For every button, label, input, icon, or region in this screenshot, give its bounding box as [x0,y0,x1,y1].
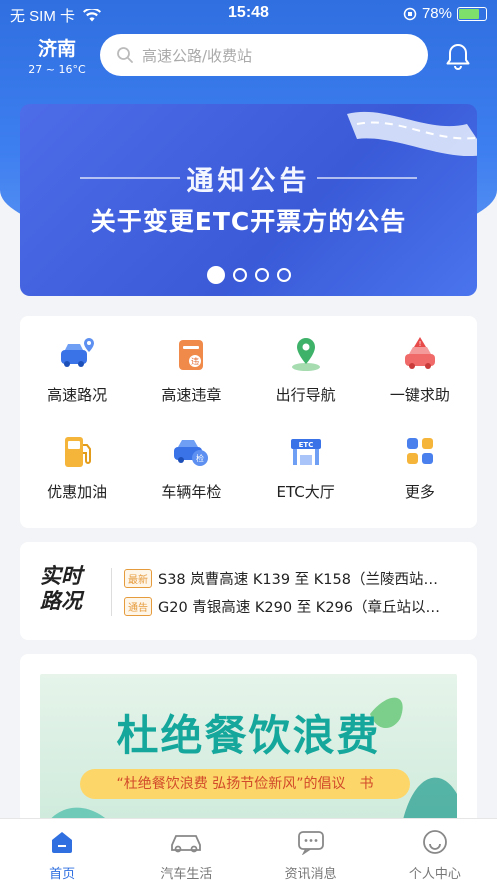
service-item[interactable]: 高速路况 [20,334,134,429]
home-icon [49,827,75,857]
battery-fill [459,8,480,19]
news-tag: 通告 [124,597,152,616]
service-item[interactable]: 出行导航 [249,334,363,429]
service-label: 高速违章 [161,386,222,404]
promo-title: 杜绝餐饮浪费 [116,711,381,760]
notification-bell-icon[interactable] [445,42,471,74]
tab-message[interactable]: 资讯消息 [249,819,373,883]
smiley-user-icon [421,827,449,857]
service-item[interactable]: ! 一键求助 [363,334,477,429]
tab-label: 首页 [49,867,76,882]
tab-label: 汽车生活 [160,867,213,882]
service-item[interactable]: 违高速违章 [134,334,248,429]
battery-icon [457,6,487,21]
news-tag: 最新 [124,569,152,588]
traffic-news-item[interactable]: 通告 G20 青银高速 K290 至 K296（章丘站以… [124,596,464,617]
svg-text:检: 检 [196,453,204,463]
battery-percent: 78% [421,5,452,22]
service-label: 优惠加油 [47,483,108,501]
banner-title: 通知公告 [186,166,311,197]
svg-text:!: ! [418,340,421,348]
city-temperature: 27 ~ 16°C [28,63,86,76]
search-input[interactable]: 高速公路/收费站 [100,34,428,76]
realtime-traffic-label: 实时 路况 [40,564,82,614]
city-name: 济南 [37,38,76,60]
svg-text:ETC: ETC [298,441,313,449]
banner-pagination [20,266,477,284]
violation-ticket-icon: 违 [171,334,211,374]
realtime-traffic-card[interactable]: 实时 路况 最新 S38 岚曹高速 K139 至 K158（兰陵西站… 通告 G… [20,542,477,640]
service-item[interactable]: ETC ETC大厅 [249,431,363,526]
city-selector[interactable]: 济南 27 ~ 16°C [26,34,88,76]
svg-text:违: 违 [191,357,199,366]
service-item[interactable]: 更多 [363,431,477,526]
announcement-banner[interactable]: 通知公告 关于变更ETC开票方的公告 [20,104,477,296]
service-label: 高速路况 [47,386,108,404]
pagination-dot[interactable] [206,266,225,284]
promo-image[interactable]: 杜绝餐饮浪费 “杜绝餐饮浪费 弘扬节俭新风”的倡议 书 [40,674,457,834]
service-item[interactable]: 检车辆年检 [134,431,248,526]
etc-toll-icon: ETC [286,431,326,471]
traffic-label-line1: 实时 [40,564,82,588]
service-label: 更多 [404,483,435,501]
divider [111,568,112,616]
bottom-tab-bar: 首页 汽车生活 资讯消息 个人中心 [0,818,497,883]
battery-status: 78% [403,5,487,22]
news-text: S38 岚曹高速 K139 至 K158（兰陵西站… [158,572,438,588]
car-inspection-icon: 检 [171,431,211,471]
tab-label: 资讯消息 [284,867,337,882]
tab-smiley-user[interactable]: 个人中心 [373,819,497,883]
fuel-pump-icon [57,431,97,471]
promo-slogan: “杜绝餐饮浪费 弘扬节俭新风”的倡议 书 [80,769,410,799]
message-icon [296,827,326,857]
search-placeholder: 高速公路/收费站 [142,46,253,65]
service-label: 一键求助 [389,386,450,404]
search-icon [117,47,133,63]
news-text: G20 青银高速 K290 至 K296（章丘站以… [158,600,440,616]
car-icon [169,827,203,857]
service-label: 出行导航 [275,386,336,404]
service-label: ETC大厅 [276,483,335,501]
more-grid-icon [400,431,440,471]
pagination-dot[interactable] [232,268,247,282]
service-item[interactable]: 优惠加油 [20,431,134,526]
banner-subtitle: 关于变更ETC开票方的公告 [90,207,407,236]
tab-label: 个人中心 [408,867,461,882]
traffic-news-item[interactable]: 最新 S38 岚曹高速 K139 至 K158（兰陵西站… [124,568,464,589]
emergency-car-icon: ! [400,334,440,374]
top-header: 济南 27 ~ 16°C 高速公路/收费站 [0,32,497,82]
orientation-lock-icon [403,7,417,20]
service-grid: 高速路况违高速违章 出行导航! 一键求助 优惠加油检车辆年检 ETC ETC大厅 更多 [20,316,477,528]
tab-car[interactable]: 汽车生活 [124,819,248,883]
pagination-dot[interactable] [254,268,269,282]
traffic-label-line2: 路况 [40,589,82,613]
navigation-pin-icon [286,334,326,374]
tab-home[interactable]: 首页 [0,819,124,883]
service-label: 车辆年检 [161,483,222,501]
car-location-icon [57,334,97,374]
status-bar: 无 SIM 卡 15:48 78% [0,0,497,28]
pagination-dot[interactable] [276,268,291,282]
